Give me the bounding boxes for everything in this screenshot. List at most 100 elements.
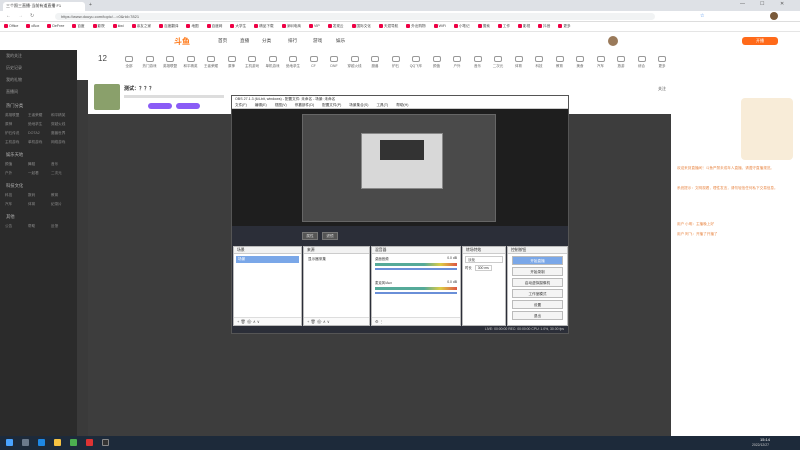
- obs-control-button[interactable]: 工作室模式: [512, 289, 563, 298]
- url-input[interactable]: https://www.douyu.com/topic/...=0&rid=78…: [55, 13, 655, 20]
- bookmark-item[interactable]: 大学生: [230, 24, 246, 29]
- bookmark-item[interactable]: Office: [4, 24, 18, 29]
- sidebar-link[interactable]: 科技: [4, 191, 27, 200]
- sidebar-link[interactable]: 二次元: [50, 169, 73, 178]
- category-icon-item[interactable]: 体育: [510, 56, 528, 69]
- bookmark-item[interactable]: 百度: [72, 24, 85, 29]
- bookmark-item[interactable]: 影院: [92, 24, 105, 29]
- category-icon-item[interactable]: 户外: [448, 56, 466, 69]
- follow-button[interactable]: 关注: [658, 86, 666, 92]
- bookmark-item[interactable]: VIP: [308, 24, 320, 29]
- obs-preview[interactable]: [232, 109, 568, 226]
- obs-menu-item[interactable]: 编辑(E): [255, 103, 267, 107]
- bookmark-item[interactable]: 百度翻译: [159, 24, 178, 29]
- maximize-icon[interactable]: ☐: [760, 1, 764, 7]
- bookmark-item[interactable]: 影视: [517, 24, 530, 29]
- category-icon-item[interactable]: 穿越火线: [346, 56, 364, 69]
- sidebar-item[interactable]: 我的关注: [0, 50, 77, 62]
- obs-app-icon[interactable]: [102, 439, 109, 446]
- category-icon-item[interactable]: 综合: [633, 56, 651, 69]
- sidebar-link[interactable]: 帮助: [27, 222, 50, 231]
- bookmark-item[interactable]: 深圳电商: [281, 24, 301, 29]
- source-item[interactable]: 显示器采集: [306, 256, 367, 263]
- sidebar-link[interactable]: 穿越火线: [50, 120, 73, 129]
- category-icon-item[interactable]: 美食: [571, 56, 589, 69]
- category-icon-item[interactable]: 颜值: [428, 56, 446, 69]
- obs-control-button[interactable]: 启动虚拟摄像机: [512, 278, 563, 287]
- obs-control-button[interactable]: 开始直播: [512, 256, 563, 265]
- back-icon[interactable]: ←: [6, 13, 11, 19]
- category-icon-item[interactable]: QQ飞车: [407, 56, 425, 69]
- nav-rank[interactable]: 排行: [288, 38, 297, 44]
- browser-tab[interactable]: 三个照三直播·当前有道直播 F1: [3, 2, 85, 11]
- bookmark-item[interactable]: 地图: [186, 24, 199, 29]
- sidebar-link[interactable]: 数码: [27, 191, 50, 200]
- transition-select[interactable]: 淡化: [465, 256, 503, 263]
- sidebar-link[interactable]: 体育: [27, 200, 50, 209]
- obs-menu-item[interactable]: 视图(V): [275, 103, 287, 107]
- volume-slider[interactable]: [375, 292, 457, 294]
- scene-item[interactable]: 场景: [236, 256, 299, 263]
- nav-home[interactable]: 首页: [218, 38, 227, 44]
- category-icon-item[interactable]: DNF: [325, 56, 343, 68]
- sidebar-link[interactable]: 绝地求生: [27, 120, 50, 129]
- category-icon-item[interactable]: 魔兽: [366, 56, 384, 69]
- bookmark-item[interactable]: 亲友之家: [131, 24, 151, 29]
- profile-avatar[interactable]: [770, 12, 778, 20]
- category-icon-item[interactable]: 教育: [551, 56, 569, 69]
- nav-category[interactable]: 分类: [262, 38, 271, 44]
- obs-tab[interactable]: 滤镜: [322, 232, 338, 240]
- bookmark-item[interactable]: 工作: [497, 24, 510, 29]
- close-icon[interactable]: ✕: [780, 1, 784, 7]
- minimize-icon[interactable]: —: [740, 1, 745, 7]
- category-icon-item[interactable]: 原神: [223, 56, 241, 69]
- category-icon-item[interactable]: 主机游戏: [243, 56, 261, 69]
- bookmark-item[interactable]: WiFi: [433, 24, 446, 29]
- bookmark-item[interactable]: 国际文化: [351, 24, 371, 29]
- sidebar-link[interactable]: 炉石传说: [4, 129, 27, 138]
- nav-live[interactable]: 直播: [240, 38, 249, 44]
- category-icon-item[interactable]: CF: [305, 56, 323, 68]
- bookmark-item[interactable]: cBox: [26, 24, 39, 29]
- sidebar-item[interactable]: 我的礼物: [0, 74, 77, 86]
- obs-menu-item[interactable]: 配置文件(P): [322, 103, 341, 107]
- bookmark-item[interactable]: 小笔记: [453, 24, 470, 29]
- category-icon-item[interactable]: 绝地求生: [284, 56, 302, 69]
- sidebar-link[interactable]: 公告: [4, 222, 27, 231]
- category-icon-item[interactable]: 更多: [653, 56, 671, 69]
- category-icon-item[interactable]: 单机游戏: [264, 56, 282, 69]
- sidebar-link[interactable]: 原神: [4, 120, 27, 129]
- refresh-icon[interactable]: ↻: [30, 13, 34, 19]
- sidebar-link[interactable]: 颜值: [4, 160, 27, 169]
- nav-game[interactable]: 游戏: [313, 38, 322, 44]
- sidebar-link[interactable]: 舞蹈: [27, 160, 50, 169]
- sidebar-link[interactable]: 主机游戏: [4, 138, 27, 147]
- category-icon-item[interactable]: 科技: [530, 56, 548, 69]
- sidebar-item[interactable]: 历史记录: [0, 62, 77, 74]
- streamer-avatar[interactable]: [94, 84, 120, 110]
- category-icon-item[interactable]: 汽车: [592, 56, 610, 69]
- sidebar-link[interactable]: 王者荣耀: [27, 111, 50, 120]
- category-icon-item[interactable]: 全部: [120, 56, 138, 69]
- bookmark-item[interactable]: kiwi: [112, 24, 124, 29]
- douyu-app-icon[interactable]: [86, 439, 93, 446]
- volume-slider[interactable]: [375, 268, 457, 270]
- bookmark-item[interactable]: 发现云: [327, 24, 344, 29]
- go-live-button[interactable]: 开播: [742, 37, 778, 45]
- category-icon-item[interactable]: 英雄联盟: [161, 56, 179, 69]
- sidebar-item[interactable]: 直播间: [0, 86, 77, 98]
- obs-menu-item[interactable]: 文件(F): [235, 103, 247, 107]
- edge-icon[interactable]: [38, 439, 45, 446]
- bookmark-item[interactable]: 抖音: [538, 24, 550, 29]
- category-icon-item[interactable]: 王者荣耀: [202, 56, 220, 69]
- obs-control-button[interactable]: 开始录制: [512, 267, 563, 276]
- category-icon-item[interactable]: 二次元: [489, 56, 507, 69]
- obs-menu-item[interactable]: 帮助(H): [396, 103, 408, 107]
- sidebar-link[interactable]: 反馈: [50, 222, 73, 231]
- obs-control-button[interactable]: 退出: [512, 311, 563, 320]
- sidebar-link[interactable]: 汽车: [4, 200, 27, 209]
- sidebar-link[interactable]: 户外: [4, 169, 27, 178]
- sidebar-link[interactable]: 魔兽世界: [50, 129, 73, 138]
- bookmark-item[interactable]: 天涯导航: [378, 24, 398, 29]
- start-icon[interactable]: [6, 439, 13, 446]
